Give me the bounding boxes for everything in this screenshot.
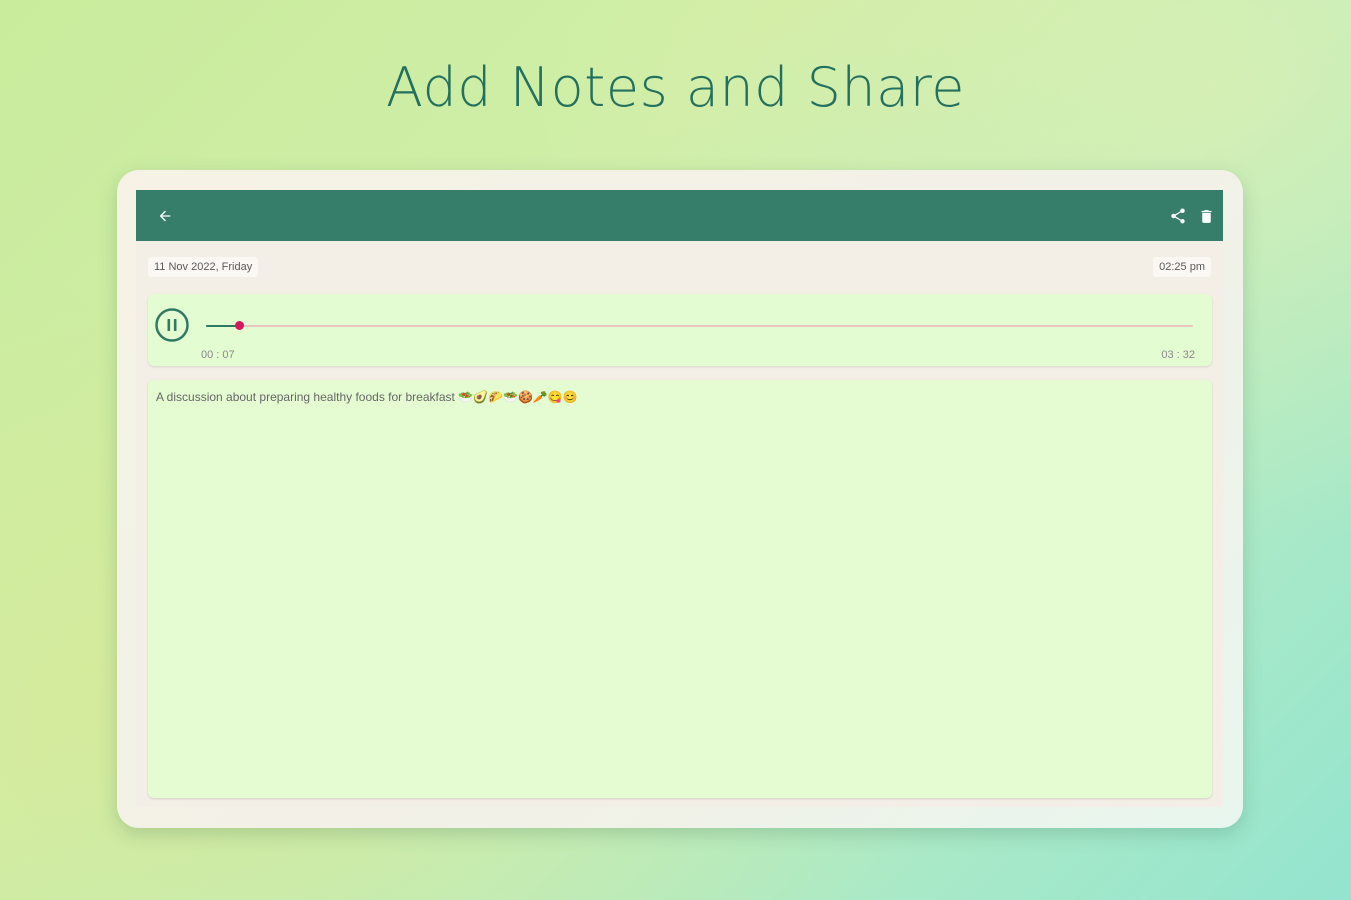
app-screen: 11 Nov 2022, Friday 02:25 pm 00 : 07 03 … — [136, 190, 1223, 807]
trash-icon — [1201, 209, 1211, 223]
pause-icon — [155, 308, 189, 342]
audio-player: 00 : 07 03 : 32 — [148, 294, 1212, 366]
share-button[interactable] — [1165, 203, 1191, 229]
headline: Add Notes and Share — [386, 56, 965, 119]
delete-button[interactable] — [1193, 203, 1219, 229]
seek-played — [206, 325, 239, 327]
pause-button[interactable] — [155, 308, 189, 342]
recording-date: 11 Nov 2022, Friday — [148, 257, 259, 277]
note-area[interactable]: A discussion about preparing healthy foo… — [148, 380, 1212, 798]
back-button[interactable] — [152, 203, 178, 229]
seek-thumb[interactable] — [234, 321, 244, 330]
arrow-left-icon — [159, 210, 171, 222]
elapsed-time: 00 : 07 — [201, 349, 235, 361]
app-bar — [136, 190, 1223, 241]
seek-bar[interactable] — [206, 321, 1193, 330]
recording-time: 02:25 pm — [1153, 257, 1211, 277]
note-text[interactable]: A discussion about preparing healthy foo… — [156, 390, 578, 404]
share-icon — [1171, 208, 1185, 224]
total-duration: 03 : 32 — [1161, 349, 1195, 361]
